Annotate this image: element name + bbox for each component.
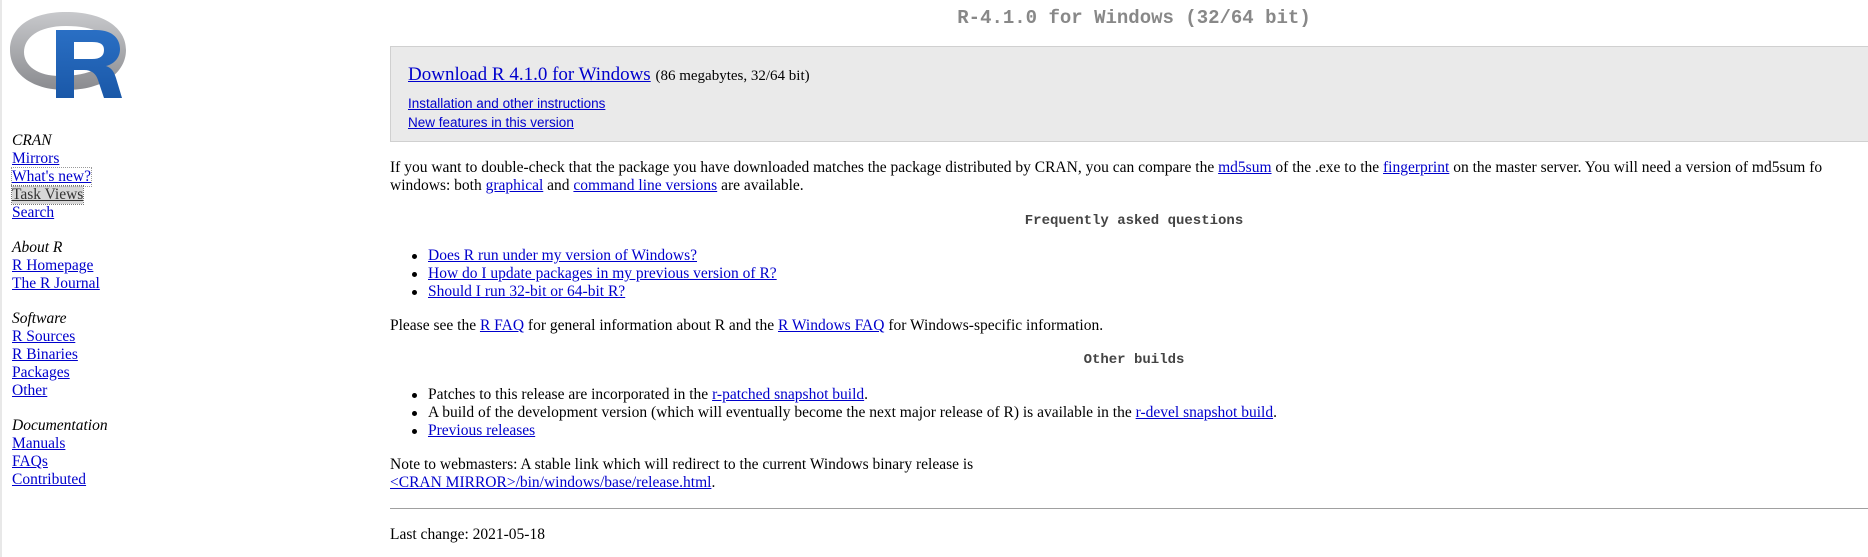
faq-heading: Frequently asked questions [1024,213,1244,229]
faq-note-text-3: for Windows-specific information. [884,317,1104,334]
nav-link-task-views[interactable]: Task Views [10,185,85,205]
download-size: (86 megabytes, 32/64 bit) [655,68,810,84]
page-title: R-4.1.0 for Windows (32/64 bit) [957,7,1311,29]
faq-32-64-bit-link[interactable]: Should I run 32-bit or 64-bit R? [428,283,625,300]
faq-list: Does R run under my version of Windows? … [412,247,777,301]
checksum-text-2: of the .exe to the [1271,159,1384,176]
nav-heading-documentation: Documentation [12,417,108,434]
r-faq-link[interactable]: R FAQ [480,317,524,334]
checksum-text-3: on the master server. You will need a ve… [1449,159,1823,176]
download-r-link[interactable]: Download R 4.1.0 for Windows [408,64,651,85]
other-builds-item: Patches to this release are incorporated… [412,386,1277,404]
faq-note-text-2: for general information about R and the [524,317,778,334]
nav-link-contributed[interactable]: Contributed [12,471,86,489]
checksum-text-1: If you want to double-check that the pac… [390,159,1219,176]
faq-item: Should I run 32-bit or 64-bit R? [412,283,777,301]
patched-text: Patches to this release are incorporated… [428,386,713,403]
nav-heading-software: Software [12,310,67,327]
last-change: Last change: 2021-05-18 [390,526,545,543]
other-builds-list: Patches to this release are incorporated… [412,386,1277,440]
nav-link-r-sources[interactable]: R Sources [12,328,75,346]
r-devel-snapshot-link[interactable]: r-devel snapshot build [1136,404,1273,421]
r-logo[interactable] [10,6,144,112]
nav-link-r-homepage[interactable]: R Homepage [12,257,93,275]
md5sum-link[interactable]: md5sum [1218,159,1271,176]
checksum-line-2: windows: both graphical and command line… [390,177,1822,195]
faq-windows-version-link[interactable]: Does R run under my version of Windows? [428,247,697,264]
r-windows-faq-link[interactable]: R Windows FAQ [778,317,884,334]
faq-update-packages-link[interactable]: How do I update packages in my previous … [428,265,777,282]
graphical-link[interactable]: graphical [486,177,544,194]
faq-note-text-1: Please see the [390,317,480,334]
r-patched-snapshot-link[interactable]: r-patched snapshot build [712,386,864,403]
nav-heading-cran: CRAN [12,132,52,149]
nav-list: CRAN Mirrors What's new? Task Views Sear… [10,132,108,506]
nav-link-whats-new[interactable]: What's new? [11,167,92,187]
patched-end: . [864,386,869,403]
horizontal-rule [390,508,1868,509]
nav-section-about-r: About R R Homepage The R Journal [12,239,108,293]
command-line-versions-link[interactable]: command line versions [573,177,717,194]
nav-heading-about-r: About R [12,239,63,256]
nav-link-packages[interactable]: Packages [12,364,70,382]
checksum-line-1: If you want to double-check that the pac… [390,159,1822,177]
nav-link-manuals[interactable]: Manuals [12,435,65,453]
nav-link-search[interactable]: Search [12,204,54,222]
nav-link-faqs[interactable]: FAQs [12,453,48,471]
checksum-paragraph: If you want to double-check that the pac… [390,159,1822,195]
webmasters-note: Note to webmasters: A stable link which … [390,456,973,492]
nav-section-software: Software R Sources R Binaries Packages O… [12,310,108,400]
nav-link-r-journal[interactable]: The R Journal [12,275,100,293]
nav-link-r-binaries[interactable]: R Binaries [12,346,78,364]
nav-section-cran: CRAN Mirrors What's new? Task Views Sear… [10,132,108,222]
download-line: Download R 4.1.0 for Windows (86 megabyt… [408,64,810,86]
previous-releases-link[interactable]: Previous releases [428,422,535,439]
faq-item: Does R run under my version of Windows? [412,247,777,265]
checksum-text-5: and [543,177,574,194]
release-redirect-link[interactable]: <CRAN MIRROR>/bin/windows/base/release.h… [390,474,711,491]
nav-section-documentation: Documentation Manuals FAQs Contributed [12,417,108,489]
other-builds-item: Previous releases [412,422,1277,440]
checksum-text-6: are available. [717,177,804,194]
other-builds-heading: Other builds [1083,352,1185,368]
other-builds-item: A build of the development version (whic… [412,404,1277,422]
new-features-link[interactable]: New features in this version [408,115,574,130]
main-content: R-4.1.0 for Windows (32/64 bit) Download… [390,0,1868,557]
installation-instructions-link[interactable]: Installation and other instructions [408,96,605,111]
fingerprint-link[interactable]: fingerprint [1383,159,1449,176]
nav-link-mirrors[interactable]: Mirrors [12,150,59,168]
checksum-text-4: windows: both [390,177,486,194]
webmasters-text: Note to webmasters: A stable link which … [390,456,974,473]
faq-item: How do I update packages in my previous … [412,265,777,283]
nav-link-other[interactable]: Other [12,382,47,400]
devel-text: A build of the development version (whic… [428,404,1136,421]
navigation-sidebar: CRAN Mirrors What's new? Task Views Sear… [0,0,368,557]
devel-end: . [1273,404,1277,421]
faq-note-paragraph: Please see the R FAQ for general informa… [390,317,1103,335]
webmasters-link-line: <CRAN MIRROR>/bin/windows/base/release.h… [390,474,973,492]
webmasters-end: . [711,474,716,491]
download-box: Download R 4.1.0 for Windows (86 megabyt… [390,46,1868,142]
